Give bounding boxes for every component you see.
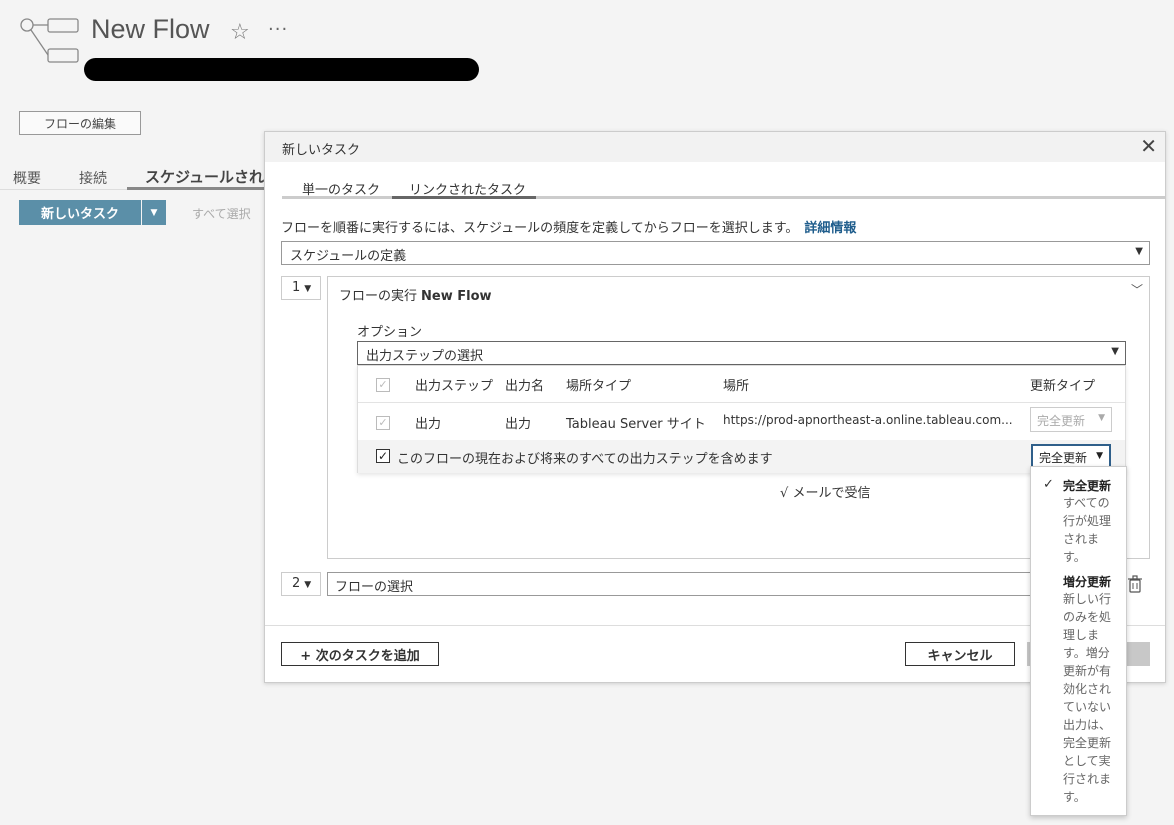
column-header: 更新タイプ	[1030, 379, 1096, 394]
intro-text: フローを順番に実行するには、スケジュールの頻度を定義してからフローを選択します。…	[281, 217, 856, 236]
active-tab-indicator	[127, 187, 264, 190]
tab-single-task[interactable]: 単一のタスク	[302, 179, 380, 198]
check-icon: ✓	[378, 378, 388, 391]
tab-overview[interactable]: 概要	[13, 168, 41, 188]
dialog-tabs: 単一のタスク リンクされたタスク	[282, 162, 1166, 199]
refresh-type-menu: ✓ 完全更新 すべての行が処理されます。 増分更新 新しい行のみを処理します。増…	[1030, 466, 1127, 816]
page-title: New Flow	[91, 14, 210, 44]
output-step-select[interactable]: 出力ステップの選択 ▼	[357, 341, 1126, 365]
caret-down-icon: ▼	[304, 580, 312, 590]
task-flow-name: New Flow	[421, 289, 492, 304]
tab-connections[interactable]: 接続	[79, 168, 107, 188]
cancel-button[interactable]: キャンセル	[905, 642, 1015, 666]
check-icon: ✓	[378, 416, 388, 429]
menu-item-title: 完全更新	[1063, 479, 1112, 493]
task-panel-1: フローの実行 New Flow ﹀ オプション 出力ステップの選択 ▼ ✓ 出力ス…	[327, 276, 1150, 559]
new-task-dropdown-button[interactable]: ▼	[142, 200, 166, 225]
email-label: メールで受信	[792, 486, 871, 501]
include-all-label: このフローの現在および将来のすべての出力ステップを含めます	[397, 452, 773, 467]
edit-flow-button[interactable]: フローの編集	[19, 111, 141, 135]
intro-description: フローを順番に実行するには、スケジュールの頻度を定義してからフローを選択します。	[281, 221, 799, 236]
task-order-value: 1	[292, 280, 301, 295]
column-header: 出力名	[505, 379, 545, 394]
caret-down-icon: ▼	[1111, 346, 1119, 357]
task-order-select-2[interactable]: 2 ▼	[281, 572, 321, 596]
output-step-cell: 出力	[415, 417, 442, 432]
caret-down-icon: ▼	[1096, 451, 1103, 461]
flow-select-value: フローの選択	[335, 580, 414, 595]
row-refresh-type-select: 完全更新 ▼	[1030, 407, 1112, 432]
column-header: 出力ステップ	[415, 379, 494, 394]
task-order-select-1[interactable]: 1 ▼	[281, 276, 321, 300]
learn-more-link[interactable]: 詳細情報	[804, 221, 856, 236]
redacted-description	[84, 58, 479, 81]
column-header: 場所	[723, 379, 750, 394]
refresh-type-value: 完全更新	[1039, 451, 1088, 465]
caret-down-icon: ▼	[1098, 413, 1105, 423]
menu-item-title: 増分更新	[1063, 575, 1112, 589]
caret-down-icon: ▼	[1135, 246, 1143, 257]
task-order-value: 2	[292, 576, 301, 591]
select-all-link[interactable]: すべて選択	[192, 205, 251, 222]
output-step-select-value: 出力ステップの選択	[366, 349, 484, 364]
new-task-button[interactable]: 新しいタスク	[19, 200, 141, 225]
column-header: 場所タイプ	[566, 379, 632, 394]
task-header: フローの実行 New Flow	[339, 285, 492, 304]
selected-check-icon: ✓	[1043, 477, 1054, 492]
task-header-label: フローの実行	[339, 289, 418, 304]
page-tabs: 概要 接続 スケジュールされ	[0, 164, 264, 190]
menu-item-description: 新しい行のみを処理します。増分更新が有効化されていない出力は、完全更新として実行…	[1063, 592, 1112, 804]
include-all-row: ✓ このフローの現在および将来のすべての出力ステップを含めます 完全更新 ▼	[358, 440, 1125, 473]
check-icon: ✓	[377, 449, 389, 463]
schedule-select[interactable]: スケジュールの定義 ▼	[281, 241, 1150, 265]
collapse-chevron-icon[interactable]: ﹀	[1131, 281, 1143, 298]
row-divider	[358, 402, 1125, 403]
dialog-title: 新しいタスク	[282, 143, 361, 158]
options-label: オプション	[357, 325, 423, 340]
star-icon[interactable]: ☆	[230, 20, 250, 45]
more-options-icon[interactable]: ···	[268, 19, 288, 40]
output-name-cell: 出力	[505, 417, 532, 432]
include-all-checkbox[interactable]: ✓	[376, 449, 390, 463]
flow-logo-icon	[20, 18, 79, 63]
menu-item-description: すべての行が処理されます。	[1063, 496, 1112, 564]
select-all-checkbox[interactable]: ✓	[376, 378, 390, 392]
flow-select[interactable]: フローの選択	[327, 572, 1032, 596]
schedule-select-value: スケジュールの定義	[290, 249, 407, 264]
active-tab-indicator	[392, 196, 536, 199]
close-icon[interactable]: ✕	[1140, 136, 1157, 156]
tab-scheduled[interactable]: スケジュールされ	[145, 166, 264, 187]
caret-down-icon: ▼	[150, 207, 158, 218]
location-cell: https://prod-apnortheast-a.online.tablea…	[723, 413, 1013, 427]
row-checkbox[interactable]: ✓	[376, 416, 390, 430]
check-icon: √	[780, 486, 789, 501]
output-steps-table: ✓ 出力ステップ 出力名 場所タイプ 場所 更新タイプ ✓ 出力 出力 Tabl…	[357, 365, 1126, 473]
trash-icon[interactable]	[1127, 575, 1143, 593]
dialog-header: 新しいタスク ✕	[265, 132, 1165, 162]
refresh-type-value: 完全更新	[1037, 414, 1086, 428]
caret-down-icon: ▼	[304, 284, 312, 294]
email-notification[interactable]: √ メールで受信	[780, 482, 870, 501]
location-type-cell: Tableau Server サイト	[566, 417, 706, 432]
add-next-task-button[interactable]: + 次のタスクを追加	[281, 642, 439, 666]
